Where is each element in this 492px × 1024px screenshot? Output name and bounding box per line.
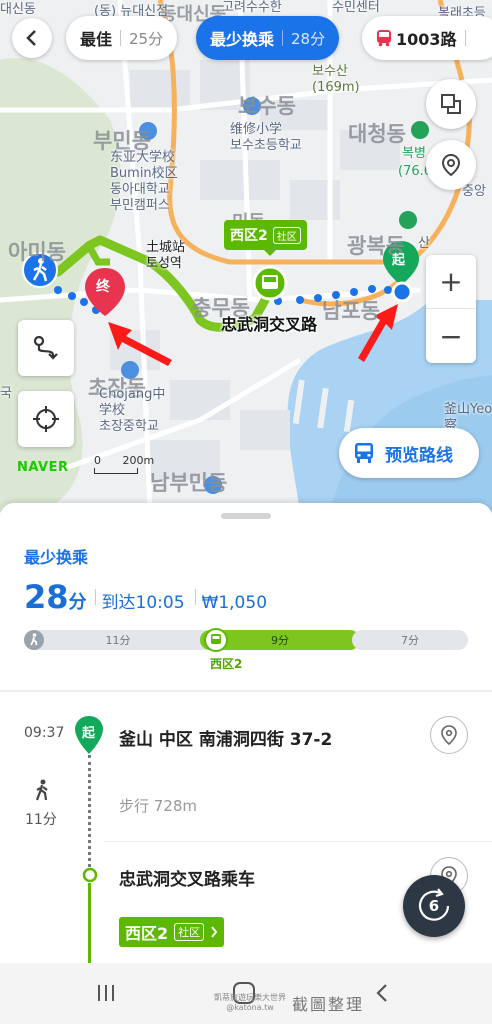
route-type-title: 最少换乘 xyxy=(24,548,89,567)
segment-walk-2: 7分 xyxy=(352,630,468,650)
recent-apps-icon xyxy=(98,985,114,1001)
bus-route-tag: 社区 xyxy=(272,226,301,244)
segment-bus-name: 西区2 xyxy=(210,657,243,671)
district-label: 남부민동 xyxy=(150,471,228,495)
arrival-time: 到达10:05 xyxy=(101,593,185,613)
back-nav-button[interactable] xyxy=(362,977,402,1009)
refresh-timer-button[interactable]: 6 xyxy=(403,875,465,937)
option-time: 28分 xyxy=(291,29,326,48)
walk-duration: 11分 xyxy=(25,812,57,828)
bus-icon xyxy=(377,30,391,47)
option-least-transfer[interactable]: 最少换乘 28分 xyxy=(196,16,340,60)
zoom-in-button[interactable]: + xyxy=(426,255,476,309)
step-title: 忠武洞交叉路乘车 xyxy=(119,870,255,890)
total-time-unit: 分 xyxy=(68,592,87,613)
back-button[interactable] xyxy=(12,18,52,58)
chevron-right-icon xyxy=(211,926,218,938)
landmark-label: 보수산 (169m) xyxy=(312,64,360,95)
map-label: 수민센터 xyxy=(332,0,380,15)
my-location-button[interactable] xyxy=(18,391,74,447)
landmark-label: Chojang中 学校 초장중학교 xyxy=(99,387,166,434)
segment-walk-1: 11分 xyxy=(24,630,212,650)
district-label: 보수동 xyxy=(238,94,296,118)
total-time: 28 xyxy=(24,578,69,616)
bus-line xyxy=(88,883,91,963)
map-label: 국 xyxy=(0,386,12,401)
map-label: 복병 xyxy=(402,146,426,161)
option-label: 最少换乘 xyxy=(210,30,275,49)
zoom-out-button[interactable]: − xyxy=(426,309,476,363)
map-scale: 0 200m xyxy=(94,454,154,474)
option-bus-1003[interactable]: 1003路 xyxy=(362,16,492,60)
step-title: 釜山 中区 南浦洞四街 37-2 xyxy=(119,730,333,750)
fare: ₩1,050 xyxy=(201,593,268,613)
crosshair-icon xyxy=(33,406,59,432)
app-screen: 아미동 부민동 충무동 남포동 광복동 대청동 보수동 초장동 남부민동 대신동… xyxy=(0,0,492,1024)
bus-route-name: 西区2 xyxy=(125,924,169,943)
bus-icon xyxy=(355,443,373,463)
chevron-left-icon xyxy=(26,30,36,46)
map-pin-icon xyxy=(441,153,461,177)
segment-time: 11分 xyxy=(105,634,131,647)
start-pin-label: 起 xyxy=(392,253,406,268)
preview-route-button[interactable]: 预览路线 xyxy=(339,428,479,478)
divider xyxy=(0,690,492,692)
route-summary: 28 分 到达10:05 ₩1,050 xyxy=(24,578,277,616)
option-label: 1003路 xyxy=(396,30,457,49)
chevron-left-icon xyxy=(376,984,387,1002)
watermark-text: 截圖整理 xyxy=(292,995,365,1014)
route-option-bar: 最佳 25分 最少换乘 28分 1003路 xyxy=(0,16,492,62)
bus-stop-label: 忠武洞交叉路 xyxy=(221,315,318,334)
walk-icon xyxy=(35,779,48,801)
map-label: 산 xyxy=(418,236,430,251)
timer-value: 6 xyxy=(428,897,440,915)
segment-time: 7分 xyxy=(401,634,419,647)
scale-label: 200m xyxy=(122,454,155,467)
landmark-label: 维修小学 보수초등학교 xyxy=(230,122,302,153)
route-map[interactable]: 아미동 부민동 충무동 남포동 광복동 대청동 보수동 초장동 남부민동 대신동… xyxy=(0,0,492,512)
landmark-label: 고려수수한 xyxy=(222,0,282,15)
layers-button[interactable] xyxy=(426,79,476,129)
watermark-line: @katona.tw xyxy=(226,1003,274,1012)
end-pin-label: 终 xyxy=(96,279,110,295)
bus-route-bubble[interactable]: 西区2 社区 xyxy=(224,220,307,256)
walk-icon xyxy=(24,630,44,650)
route-toggle-button[interactable] xyxy=(18,320,74,376)
system-nav-bar: 凱蒂旅遊玩樂大世界 @katona.tw 截圖整理 xyxy=(0,963,492,1024)
recent-apps-button[interactable] xyxy=(86,977,126,1009)
step-time: 09:37 xyxy=(24,725,65,741)
landmark-label: 土城站 토성역 xyxy=(146,240,186,271)
district-label: 대청동 xyxy=(348,122,406,146)
bus-route-badge[interactable]: 西区2 社区 xyxy=(119,917,225,947)
map-label: 중앙 xyxy=(462,184,486,199)
layers-icon xyxy=(441,94,461,114)
district-label: 남포동 xyxy=(322,299,380,323)
zoom-control: + − xyxy=(426,255,476,363)
option-label: 最佳 xyxy=(80,30,113,49)
sheet-drag-handle[interactable] xyxy=(221,513,271,519)
bus-icon xyxy=(204,628,228,652)
locate-step-button[interactable] xyxy=(430,716,468,754)
divider xyxy=(104,841,492,842)
naver-logo: NAVER xyxy=(17,460,69,475)
landmark-label: 东亚大学校 Bumin校区 동아대학교 부민캠퍼스 xyxy=(110,150,178,213)
segment-time: 9分 xyxy=(271,634,289,647)
option-time: 25分 xyxy=(129,29,164,48)
route-icon xyxy=(33,335,58,360)
stop-node-icon xyxy=(82,867,98,883)
map-pin-icon xyxy=(441,725,457,745)
bus-route-name: 西区2 xyxy=(230,228,268,244)
start-pin-label: 起 xyxy=(82,726,96,741)
preview-route-label: 预览路线 xyxy=(385,445,453,466)
bus-route-tag: 社区 xyxy=(174,923,205,941)
walk-line xyxy=(88,755,91,867)
scale-zero: 0 xyxy=(94,454,101,467)
walk-distance: 步行 728m xyxy=(119,797,198,815)
district-label: 아미동 xyxy=(8,240,66,264)
place-pin-button[interactable] xyxy=(426,140,476,190)
watermark-line: 凱蒂旅遊玩樂大世界 xyxy=(214,993,286,1002)
watermark-small: 凱蒂旅遊玩樂大世界 @katona.tw xyxy=(214,993,286,1013)
option-best[interactable]: 最佳 25分 xyxy=(66,16,178,60)
